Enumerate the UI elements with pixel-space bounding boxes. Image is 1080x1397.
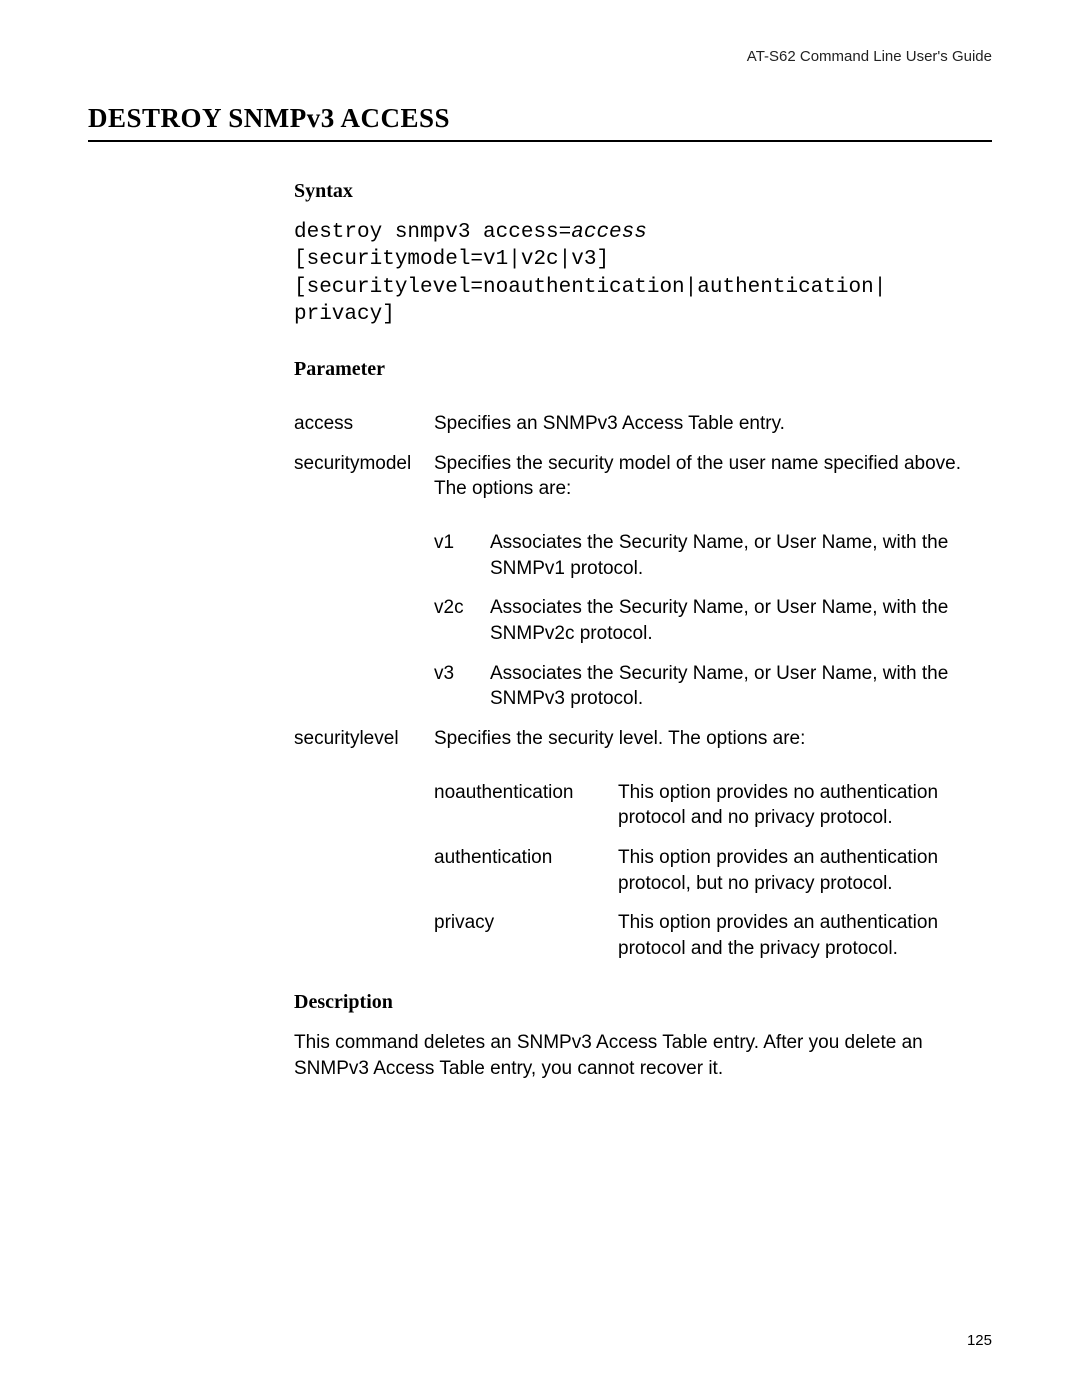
param-desc-cell: Specifies the security model of the user… [434, 437, 992, 712]
param-name: securitymodel [294, 437, 434, 712]
content-block: Syntax destroy snmpv3 access=access [sec… [294, 178, 992, 1082]
description-text: This command deletes an SNMPv3 Access Ta… [294, 1030, 992, 1081]
syntax-code: destroy snmpv3 access=access [securitymo… [294, 219, 992, 328]
header-guide-title: AT-S62 Command Line User's Guide [88, 48, 992, 65]
parameter-heading: Parameter [294, 356, 992, 383]
description-heading: Description [294, 989, 992, 1016]
table-row: authentication This option provides an a… [434, 831, 992, 896]
table-row: v1 Associates the Security Name, or User… [434, 516, 992, 581]
syntax-heading: Syntax [294, 178, 992, 205]
options-table: noauthentication This option provides no… [434, 766, 992, 962]
table-row: privacy This option provides an authenti… [434, 896, 992, 961]
option-key: v1 [434, 516, 490, 581]
option-key: privacy [434, 896, 618, 961]
syntax-arg: access [571, 221, 647, 244]
param-desc: Specifies an SNMPv3 Access Table entry. [434, 397, 992, 437]
table-row: securitymodel Specifies the security mod… [294, 437, 992, 712]
syntax-rest: [securitymodel=v1|v2c|v3] [securitylevel… [294, 248, 886, 326]
page: AT-S62 Command Line User's Guide DESTROY… [0, 0, 1080, 1397]
table-row: access Specifies an SNMPv3 Access Table … [294, 397, 992, 437]
command-title: DESTROY SNMPv3 ACCESS [88, 103, 992, 142]
table-row: v2c Associates the Security Name, or Use… [434, 581, 992, 646]
parameter-table: access Specifies an SNMPv3 Access Table … [294, 397, 992, 961]
syntax-prefix: destroy snmpv3 access= [294, 221, 571, 244]
param-desc: Specifies the security model of the user… [434, 453, 961, 500]
param-desc: Specifies the security level. The option… [434, 728, 805, 749]
option-key: noauthentication [434, 766, 618, 831]
option-desc: This option provides an authentication p… [618, 896, 992, 961]
param-desc-cell: Specifies the security level. The option… [434, 712, 992, 961]
page-number: 125 [967, 1332, 992, 1349]
options-table: v1 Associates the Security Name, or User… [434, 516, 992, 712]
table-row: securitylevel Specifies the security lev… [294, 712, 992, 961]
table-row: noauthentication This option provides no… [434, 766, 992, 831]
option-key: v2c [434, 581, 490, 646]
param-name: access [294, 397, 434, 437]
option-desc: Associates the Security Name, or User Na… [490, 516, 992, 581]
option-key: v3 [434, 647, 490, 712]
option-desc: This option provides an authentication p… [618, 831, 992, 896]
param-name: securitylevel [294, 712, 434, 961]
option-desc: Associates the Security Name, or User Na… [490, 647, 992, 712]
table-row: v3 Associates the Security Name, or User… [434, 647, 992, 712]
option-desc: This option provides no authentication p… [618, 766, 992, 831]
option-key: authentication [434, 831, 618, 896]
option-desc: Associates the Security Name, or User Na… [490, 581, 992, 646]
